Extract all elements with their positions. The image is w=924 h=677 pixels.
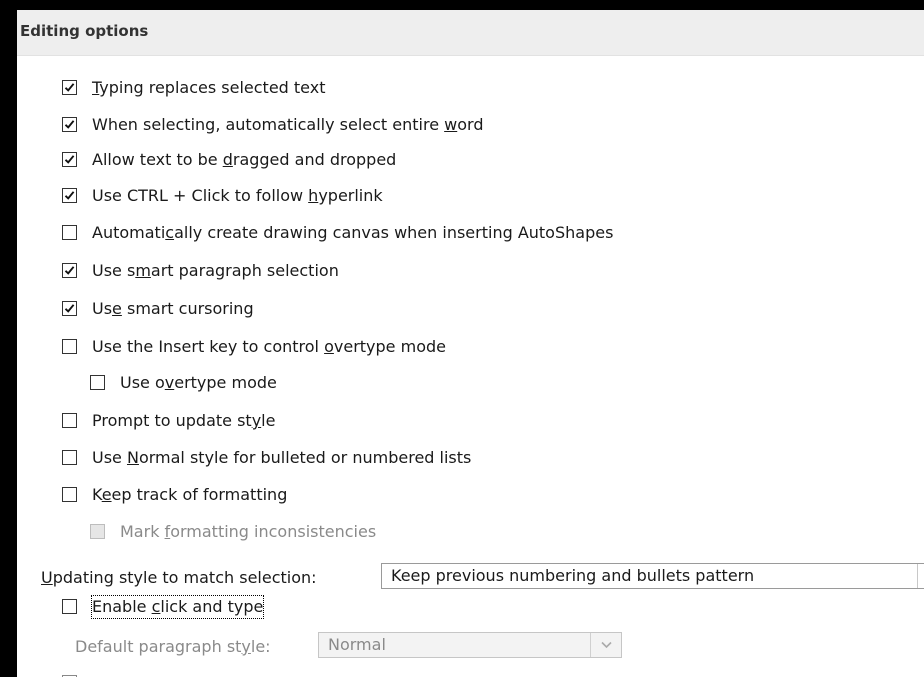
section-header: Editing options [17, 10, 924, 56]
checkbox[interactable] [62, 152, 77, 167]
checkbox[interactable] [62, 80, 77, 95]
option-label: Use overtype mode [120, 373, 277, 392]
option-label: Keep track of formatting [92, 485, 288, 504]
updating-style-value: Keep previous numbering and bullets patt… [391, 566, 755, 585]
checkbox[interactable] [62, 487, 77, 502]
option-label: When selecting, automatically select ent… [92, 115, 484, 134]
checkmark-icon [64, 83, 75, 92]
checkbox[interactable] [62, 301, 77, 316]
checkbox[interactable] [62, 263, 77, 278]
default-paragraph-style-label: Default paragraph style: [75, 637, 271, 656]
checkbox[interactable] [62, 599, 77, 614]
default-paragraph-style-value: Normal [328, 635, 386, 654]
checkbox[interactable] [62, 339, 77, 354]
option-label: Mark formatting inconsistencies [120, 522, 377, 541]
checkmark-icon [64, 155, 75, 164]
checkbox[interactable] [62, 117, 77, 132]
dropdown-button[interactable] [917, 564, 924, 588]
option-label: Prompt to update style [92, 411, 276, 430]
checkmark-icon [64, 266, 75, 275]
checkbox[interactable] [62, 413, 77, 428]
checkmark-icon [64, 120, 75, 129]
checkmark-icon [64, 304, 75, 313]
word-options-panel: Editing options Typing replaces selected… [17, 10, 924, 677]
option-label: Use smart cursoring [92, 299, 254, 318]
updating-style-label: Updating style to match selection: [41, 568, 317, 587]
option-label: Use CTRL + Click to follow hyperlink [92, 186, 383, 205]
checkbox[interactable] [62, 188, 77, 203]
chevron-down-icon [601, 641, 612, 649]
option-label: Allow text to be dragged and dropped [92, 150, 397, 169]
dropdown-button-disabled [590, 633, 621, 657]
checkbox[interactable] [90, 375, 105, 390]
updating-style-dropdown[interactable]: Keep previous numbering and bullets patt… [381, 563, 924, 589]
checkbox[interactable] [62, 450, 77, 465]
default-paragraph-style-dropdown: Normal [318, 632, 622, 658]
option-label: Enable click and type [90, 595, 265, 619]
option-label: Use smart paragraph selection [92, 261, 339, 280]
option-label: Use Normal style for bulleted or numbere… [92, 448, 472, 467]
checkbox[interactable] [62, 225, 77, 240]
option-label: Use the Insert key to control overtype m… [92, 337, 446, 356]
section-title: Editing options [20, 22, 149, 40]
checkmark-icon [64, 191, 75, 200]
option-label: Typing replaces selected text [92, 78, 326, 97]
option-label: Automatically create drawing canvas when… [92, 223, 614, 242]
checkbox-disabled [90, 524, 105, 539]
